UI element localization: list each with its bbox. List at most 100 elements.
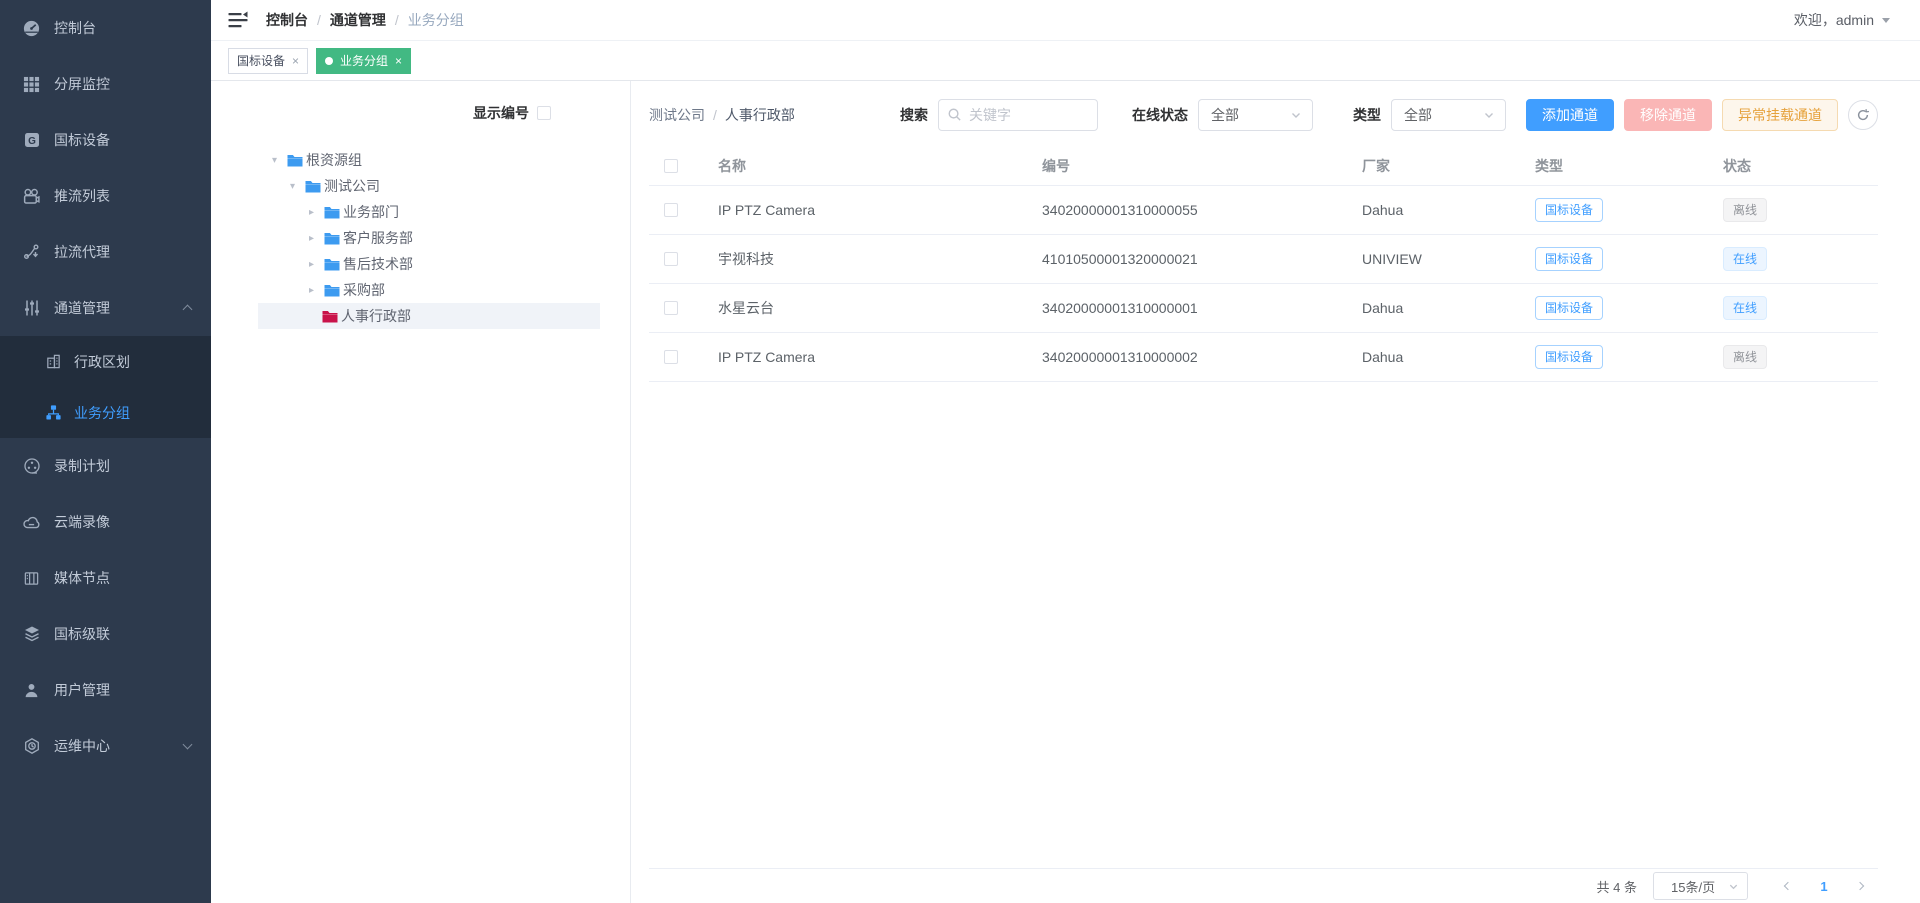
chevron-down-icon <box>1483 109 1495 121</box>
tree-node[interactable]: ▸ 业务部门 <box>258 199 600 225</box>
type-tag[interactable]: 国标设备 <box>1535 198 1603 222</box>
tree-node[interactable]: ▸ 售后技术部 <box>258 251 600 277</box>
caret-expanded-icon[interactable]: ▾ <box>290 181 305 192</box>
sidebar-item-record-plan[interactable]: 录制计划 <box>0 438 211 494</box>
abnormal-mount-button[interactable]: 异常挂载通道 <box>1722 99 1838 131</box>
status-badge: 在线 <box>1723 296 1767 320</box>
sidebar-item-media-node[interactable]: 媒体节点 <box>0 550 211 606</box>
tabs-bar: 国标设备 × 业务分组 × <box>211 41 1920 81</box>
sidebar-item-split-monitor[interactable]: 分屏监控 <box>0 56 211 112</box>
sidebar-item-push-stream[interactable]: 推流列表 <box>0 168 211 224</box>
row-checkbox[interactable] <box>664 252 678 266</box>
search-input[interactable] <box>938 99 1098 131</box>
row-checkbox[interactable] <box>664 350 678 364</box>
show-id-checkbox[interactable] <box>537 106 551 120</box>
add-channel-button[interactable]: 添加通道 <box>1526 99 1614 131</box>
hamburger-collapse-icon[interactable] <box>228 10 248 30</box>
user-dropdown[interactable]: 欢迎，admin <box>1794 10 1890 30</box>
tree-node-label: 人事行政部 <box>341 306 411 326</box>
sidebar-item-console[interactable]: 控制台 <box>0 0 211 56</box>
remove-channel-button[interactable]: 移除通道 <box>1624 99 1712 131</box>
cell-name: IP PTZ Camera <box>718 349 1042 365</box>
online-status-select[interactable]: 全部 <box>1198 99 1313 131</box>
cloud-record-icon <box>22 513 41 532</box>
cell-vendor: Dahua <box>1362 300 1535 316</box>
tree-node-selected[interactable]: 人事行政部 <box>258 303 600 329</box>
group-path: 测试公司 / 人事行政部 <box>649 105 795 125</box>
breadcrumb-item[interactable]: 通道管理 <box>330 10 386 30</box>
user-manage-icon <box>22 681 41 700</box>
type-tag[interactable]: 国标设备 <box>1535 247 1603 271</box>
refresh-button[interactable] <box>1848 100 1878 130</box>
channel-manage-icon <box>22 299 41 318</box>
select-all-checkbox[interactable] <box>664 159 678 173</box>
breadcrumb-item[interactable]: 控制台 <box>266 10 308 30</box>
caret-expanded-icon[interactable]: ▾ <box>272 155 287 166</box>
cell-vendor: Dahua <box>1362 349 1535 365</box>
tab-gb-device[interactable]: 国标设备 × <box>228 48 308 74</box>
chevron-down-icon <box>1290 109 1302 121</box>
ops-center-icon <box>22 737 41 756</box>
split-screen-icon <box>22 75 41 94</box>
sidebar-item-business-group[interactable]: 业务分组 <box>0 387 211 438</box>
caret-collapsed-icon[interactable]: ▸ <box>309 233 324 244</box>
caret-collapsed-icon[interactable]: ▸ <box>309 207 324 218</box>
sidebar-item-gb-device[interactable]: 国标设备 <box>0 112 211 168</box>
sidebar-item-user-manage[interactable]: 用户管理 <box>0 662 211 718</box>
table-row[interactable]: 水星云台 34020000001310000001 Dahua 国标设备 在线 <box>649 284 1878 333</box>
sidebar-item-channel-manage[interactable]: 通道管理 <box>0 280 211 336</box>
next-page-button[interactable] <box>1842 883 1878 889</box>
page-number[interactable]: 1 <box>1806 879 1842 894</box>
sidebar-item-district[interactable]: 行政区划 <box>0 336 211 387</box>
cell-code: 34020000001310000002 <box>1042 349 1362 365</box>
tree-node-label: 测试公司 <box>324 176 380 196</box>
caret-collapsed-icon[interactable]: ▸ <box>309 259 324 270</box>
tab-business-group[interactable]: 业务分组 × <box>316 48 411 74</box>
sidebar-item-label: 云端录像 <box>54 512 110 532</box>
row-checkbox[interactable] <box>664 203 678 217</box>
tab-label: 业务分组 <box>340 52 388 69</box>
push-stream-icon <box>22 187 41 206</box>
cell-vendor: UNIVIEW <box>1362 251 1535 267</box>
sidebar-item-cloud-record[interactable]: 云端录像 <box>0 494 211 550</box>
caret-collapsed-icon[interactable]: ▸ <box>309 285 324 296</box>
sidebar-item-pull-proxy[interactable]: 拉流代理 <box>0 224 211 280</box>
table-row[interactable]: IP PTZ Camera 34020000001310000055 Dahua… <box>649 186 1878 235</box>
chevron-down-icon <box>184 738 191 754</box>
topbar: 控制台 / 通道管理 / 业务分组 欢迎，admin <box>211 0 1920 41</box>
sidebar-item-cascade[interactable]: 国标级联 <box>0 606 211 662</box>
cell-code: 34020000001310000001 <box>1042 300 1362 316</box>
table-row[interactable]: IP PTZ Camera 34020000001310000002 Dahua… <box>649 333 1878 382</box>
total-count: 共 4 条 <box>1597 877 1637 896</box>
record-plan-icon <box>22 457 41 476</box>
sidebar-item-ops-center[interactable]: 运维中心 <box>0 718 211 774</box>
close-icon[interactable]: × <box>395 54 402 68</box>
header-vendor: 厂家 <box>1362 156 1535 176</box>
tree-node[interactable]: ▾ 测试公司 <box>258 173 600 199</box>
tab-label: 国标设备 <box>237 52 285 69</box>
page-size-select[interactable]: 15条/页 <box>1653 872 1748 900</box>
search-label: 搜索 <box>900 105 928 125</box>
type-tag[interactable]: 国标设备 <box>1535 345 1603 369</box>
sidebar-item-label: 控制台 <box>54 18 96 38</box>
cell-vendor: Dahua <box>1362 202 1535 218</box>
sidebar-item-label: 推流列表 <box>54 186 110 206</box>
tree-node[interactable]: ▸ 客户服务部 <box>258 225 600 251</box>
sidebar: 控制台 分屏监控 国标设备 推流列表 拉流代理 通道管理 行政区划 业务分组 录… <box>0 0 211 903</box>
active-dot <box>325 57 333 65</box>
prev-page-button[interactable] <box>1770 883 1806 889</box>
channel-manage-submenu: 行政区划 业务分组 <box>0 336 211 438</box>
group-tree: ▾ 根资源组 ▾ 测试公司 ▸ 业务部门 ▸ 客户服务部 <box>258 147 600 329</box>
select-value: 全部 <box>1211 105 1290 125</box>
row-checkbox[interactable] <box>664 301 678 315</box>
table-row[interactable]: 宇视科技 41010500001320000021 UNIVIEW 国标设备 在… <box>649 235 1878 284</box>
close-icon[interactable]: × <box>292 54 299 68</box>
type-select[interactable]: 全部 <box>1391 99 1506 131</box>
table-header: 名称 编号 厂家 类型 状态 <box>649 146 1878 186</box>
type-tag[interactable]: 国标设备 <box>1535 296 1603 320</box>
tree-node[interactable]: ▸ 采购部 <box>258 277 600 303</box>
tree-node-label: 售后技术部 <box>343 254 413 274</box>
tree-node[interactable]: ▾ 根资源组 <box>258 147 600 173</box>
folder-icon <box>324 258 340 271</box>
group-path-parent[interactable]: 测试公司 <box>649 105 705 125</box>
